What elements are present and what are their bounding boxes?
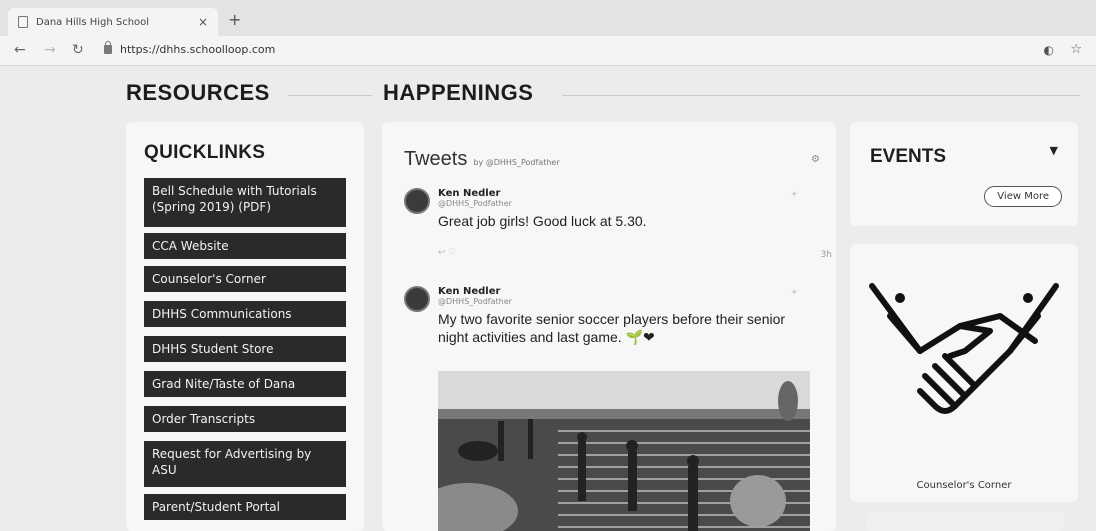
browser-tab[interactable]: Dana Hills High School × <box>8 8 218 36</box>
quicklink-order-transcripts[interactable]: Order Transcripts <box>144 406 346 432</box>
resources-heading: RESOURCES <box>126 80 270 105</box>
tweet-text: My two favorite senior soccer players be… <box>438 311 786 345</box>
quicklink-cca-website[interactable]: CCA Website <box>144 233 346 259</box>
new-tab-icon[interactable]: + <box>228 10 241 29</box>
tweet-author-name[interactable]: Ken Nedler <box>438 286 500 297</box>
twitter-bird-icon[interactable]: ✦ <box>790 288 798 298</box>
page-icon <box>18 16 28 28</box>
gear-icon[interactable]: ⚙ <box>811 154 820 165</box>
quicklink-dhhs-communications[interactable]: DHHS Communications <box>144 301 346 327</box>
extension-icon[interactable]: ◐ <box>1044 43 1054 57</box>
bookmark-star-icon[interactable]: ☆ <box>1070 42 1082 57</box>
tweet-timestamp[interactable]: 3h <box>821 250 832 260</box>
handshake-icon <box>869 283 1059 414</box>
url-field[interactable]: https://dhhs.schoolloop.com <box>104 41 276 56</box>
twitter-bird-icon[interactable]: ✦ <box>790 190 798 200</box>
tweets-header: Tweets by @DHHS_Podfather <box>404 148 560 171</box>
avatar[interactable] <box>404 188 430 214</box>
tweets-byline[interactable]: by @DHHS_Podfather <box>473 158 559 167</box>
avatar[interactable] <box>404 286 430 312</box>
tweet-author-name[interactable]: Ken Nedler <box>438 188 500 199</box>
filter-icon[interactable]: ▼ <box>1050 144 1058 157</box>
happenings-heading: HAPPENINGS <box>383 80 534 105</box>
tweet-item: Ken Nedler @DHHS_Podfather My two favori… <box>404 286 824 376</box>
quicklink-parent-student-portal[interactable]: Parent/Student Portal <box>144 494 346 520</box>
tweet-item: Ken Nedler @DHHS_Podfather Great job gir… <box>404 188 832 268</box>
quicklinks-panel: QUICKLINKS Bell Schedule with Tutorials … <box>126 122 364 531</box>
view-more-button[interactable]: View More <box>984 186 1062 207</box>
stadium-photo-image <box>438 371 810 531</box>
lock-icon <box>104 41 112 54</box>
events-title: EVENTS <box>870 146 947 167</box>
happenings-divider <box>562 95 1080 96</box>
page-content: RESOURCES HAPPENINGS QUICKLINKS Bell Sch… <box>0 66 1096 531</box>
tweet-actions-icon[interactable]: ↩ ♡ <box>438 248 456 258</box>
quicklink-request-advertising[interactable]: Request for Advertising by ASU <box>144 441 346 487</box>
quicklink-counselors-corner[interactable]: Counselor's Corner <box>144 266 346 292</box>
counselors-corner-label: Counselor's Corner <box>916 480 1012 491</box>
reload-icon[interactable]: ↻ <box>72 42 84 58</box>
url-text: https://dhhs.schoolloop.com <box>120 43 276 56</box>
events-panel: EVENTS ▼ View More <box>850 122 1078 226</box>
tweet-photo[interactable] <box>438 371 810 531</box>
tweets-title: Tweets <box>404 148 468 170</box>
browser-tab-bar: Dana Hills High School × + <box>0 0 1096 36</box>
tweet-author-handle[interactable]: @DHHS_Podfather <box>438 199 512 208</box>
close-tab-icon[interactable]: × <box>198 15 208 29</box>
quicklink-bell-schedule[interactable]: Bell Schedule with Tutorials (Spring 201… <box>144 178 346 227</box>
tweet-author-handle[interactable]: @DHHS_Podfather <box>438 297 512 306</box>
resources-divider <box>288 95 372 96</box>
tab-title: Dana Hills High School <box>36 16 150 28</box>
quicklink-dhhs-student-store[interactable]: DHHS Student Store <box>144 336 346 362</box>
quicklink-grad-nite[interactable]: Grad Nite/Taste of Dana <box>144 371 346 397</box>
quicklinks-title: QUICKLINKS <box>144 142 266 163</box>
counselors-corner-card[interactable]: Counselor's Corner <box>850 244 1078 502</box>
tweet-text: Great job girls! Good luck at 5.30. <box>438 213 647 229</box>
forward-arrow-icon[interactable]: → <box>44 42 56 58</box>
back-arrow-icon[interactable]: ← <box>14 42 26 58</box>
next-card-preview[interactable] <box>866 512 1064 531</box>
address-bar: ← → ↻ https://dhhs.schoolloop.com ◐ ☆ <box>0 36 1096 66</box>
